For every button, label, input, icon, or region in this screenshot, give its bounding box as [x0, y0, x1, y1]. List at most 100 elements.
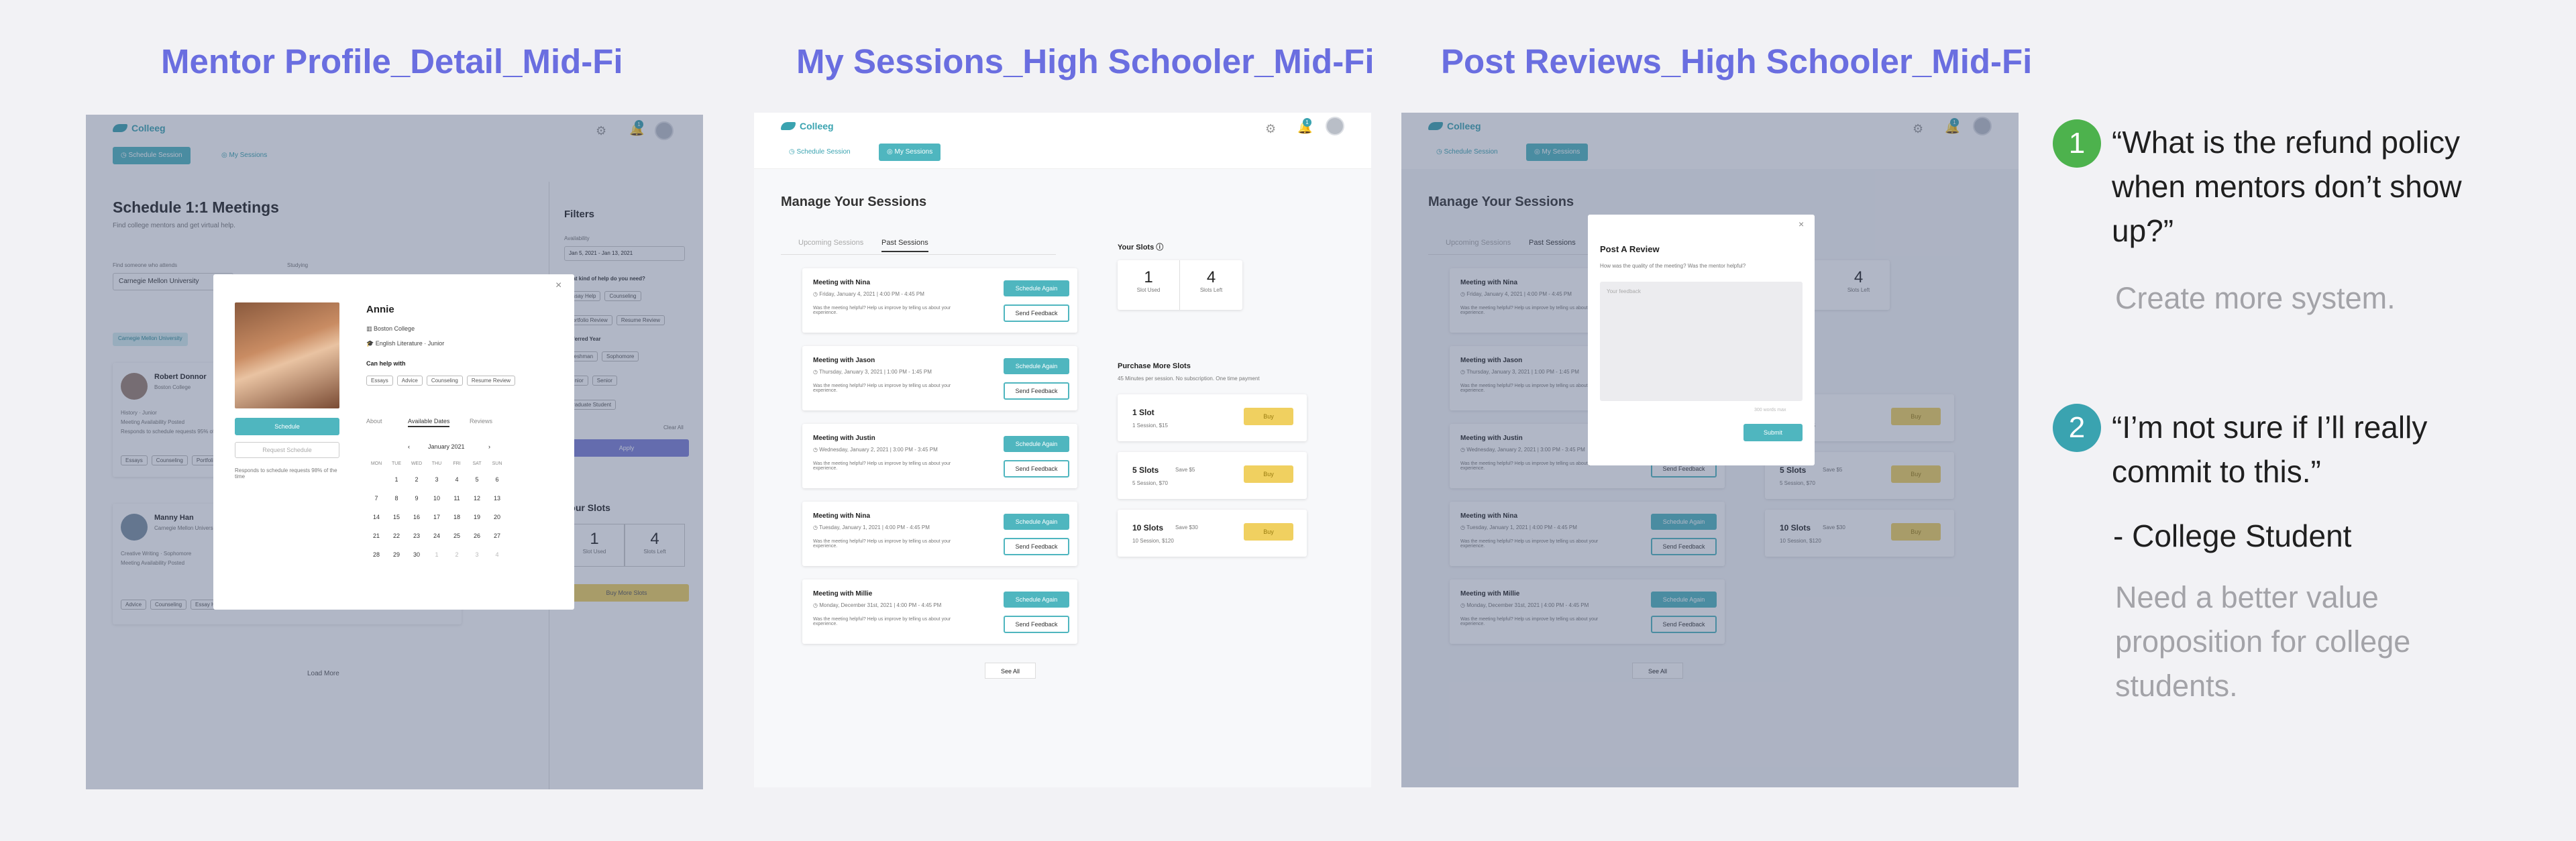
submit-button[interactable]: Submit: [1743, 424, 1803, 441]
slot-used-value: 1: [1144, 268, 1153, 286]
mentor-major-row: 🎓 English Literature · Junior: [366, 340, 444, 347]
meeting-title: Meeting with Nina: [813, 512, 870, 520]
gear-icon[interactable]: ⚙: [1265, 122, 1276, 136]
calendar-prev-icon[interactable]: ‹: [408, 443, 410, 450]
schedule-again-button[interactable]: Schedule Again: [1004, 514, 1069, 530]
close-icon[interactable]: ×: [1799, 219, 1804, 229]
feedback-textarea[interactable]: Your feedback: [1600, 282, 1803, 401]
calendar-day[interactable]: 5: [467, 470, 487, 489]
send-feedback-button[interactable]: Send Feedback: [1004, 304, 1069, 322]
calendar-day[interactable]: 25: [447, 526, 467, 545]
mentor-profile-frame: Colleeg ⚙ 🔔 1 ◷ Schedule Session ◎ My Se…: [86, 115, 703, 789]
weekday: THU: [431, 461, 442, 466]
help-tags: Essays Advice Counseling Resume Review: [366, 374, 519, 386]
slots-summary: 1 Slot Used 4 Slots Left: [1118, 260, 1242, 310]
calendar-day[interactable]: 16: [407, 508, 427, 526]
calendar-day[interactable]: 20: [487, 508, 507, 526]
calendar-next-icon[interactable]: ›: [488, 443, 490, 450]
calendar-day[interactable]: 17: [427, 508, 447, 526]
calendar-day[interactable]: 6: [487, 470, 507, 489]
mentor-photo: [235, 302, 339, 408]
meeting-date: ◷ Thursday, January 3, 2021 | 1:00 PM - …: [813, 369, 932, 375]
send-feedback-button[interactable]: Send Feedback: [1004, 382, 1069, 400]
weekday: WED: [411, 461, 423, 466]
insight-number-1: 1: [2053, 119, 2101, 168]
tab-about[interactable]: About: [366, 418, 382, 425]
calendar-day[interactable]: 24: [427, 526, 447, 545]
schedule-button[interactable]: Schedule: [235, 418, 339, 435]
send-feedback-button[interactable]: Send Feedback: [1004, 538, 1069, 555]
calendar-day[interactable]: 7: [366, 489, 386, 508]
tab-my-sessions[interactable]: ◎ My Sessions: [879, 144, 941, 161]
weekday: SUN: [492, 461, 502, 466]
user-avatar[interactable]: [1326, 117, 1344, 135]
info-icon[interactable]: ⓘ: [1156, 243, 1163, 251]
calendar-day[interactable]: 30: [407, 545, 427, 564]
calendar-day[interactable]: 19: [467, 508, 487, 526]
slots-left-box: 4 Slots Left: [1180, 260, 1242, 310]
logo-bird-icon: [781, 122, 796, 130]
calendar-day[interactable]: 27: [487, 526, 507, 545]
meeting-date-text: Tuesday, January 1, 2021 | 4:00 PM - 4:4…: [819, 524, 930, 530]
schedule-again-button[interactable]: Schedule Again: [1004, 280, 1069, 296]
meeting-date: ◷ Tuesday, January 1, 2021 | 4:00 PM - 4…: [813, 524, 930, 530]
schedule-again-button[interactable]: Schedule Again: [1004, 592, 1069, 608]
calendar-day[interactable]: 15: [386, 508, 407, 526]
calendar-day[interactable]: 21: [366, 526, 386, 545]
calendar-day[interactable]: 12: [467, 489, 487, 508]
your-slots-label: Your Slots: [1118, 243, 1155, 251]
calendar-day[interactable]: 26: [467, 526, 487, 545]
calendar-day[interactable]: 23: [407, 526, 427, 545]
calendar-day[interactable]: 13: [487, 489, 507, 508]
slot-used-label: Slot Used: [1136, 287, 1161, 293]
calendar-day[interactable]: 29: [386, 545, 407, 564]
meeting-card: Meeting with Millie ◷ Monday, December 31…: [802, 579, 1077, 644]
calendar-day[interactable]: 1: [427, 545, 447, 564]
package-card[interactable]: 5 Slots Save $5 5 Session, $70 Buy: [1118, 452, 1307, 499]
app-logo[interactable]: Colleeg: [781, 121, 834, 131]
tab-upcoming-sessions[interactable]: Upcoming Sessions: [798, 239, 863, 247]
tab-schedule-session[interactable]: ◷ Schedule Session: [781, 144, 859, 161]
calendar-day[interactable]: 11: [447, 489, 467, 508]
calendar-day[interactable]: 18: [447, 508, 467, 526]
package-card[interactable]: 10 Slots Save $30 10 Session, $120 Buy: [1118, 510, 1307, 557]
send-feedback-button[interactable]: Send Feedback: [1004, 616, 1069, 633]
school-icon: ▥: [366, 325, 372, 332]
calendar-day[interactable]: 28: [366, 545, 386, 564]
schedule-again-button[interactable]: Schedule Again: [1004, 436, 1069, 452]
close-icon[interactable]: ×: [555, 280, 561, 292]
calendar-day[interactable]: 4: [487, 545, 507, 564]
slot-used-box: 1 Slot Used: [1118, 260, 1180, 310]
tab-past-sessions[interactable]: Past Sessions: [881, 239, 928, 252]
calendar-day[interactable]: 8: [386, 489, 407, 508]
calendar-day[interactable]: 1: [386, 470, 407, 489]
calendar-day[interactable]: 2: [407, 470, 427, 489]
calendar-day[interactable]: 3: [427, 470, 447, 489]
weekday: MON: [370, 461, 382, 466]
buy-button[interactable]: Buy: [1244, 523, 1293, 541]
slots-left-value: 4: [1206, 268, 1216, 286]
see-all-button[interactable]: See All: [985, 663, 1036, 679]
feedback-placeholder: Your feedback: [1607, 288, 1641, 294]
weekday: SAT: [472, 461, 482, 466]
review-question: How was the quality of the meeting? Was …: [1600, 263, 1746, 269]
calendar-day[interactable]: 22: [386, 526, 407, 545]
calendar-day[interactable]: [366, 470, 386, 489]
buy-button[interactable]: Buy: [1244, 408, 1293, 425]
tab-available-dates[interactable]: Available Dates: [408, 418, 450, 427]
tag: Advice: [396, 376, 423, 386]
meeting-card: Meeting with Nina ◷ Friday, January 4, 20…: [802, 268, 1077, 333]
schedule-again-button[interactable]: Schedule Again: [1004, 358, 1069, 374]
tab-reviews[interactable]: Reviews: [470, 418, 492, 425]
package-card[interactable]: 1 Slot 1 Session, $15 Buy: [1118, 394, 1307, 441]
calendar-day[interactable]: 14: [366, 508, 386, 526]
calendar-day[interactable]: 10: [427, 489, 447, 508]
calendar-day[interactable]: 2: [447, 545, 467, 564]
tab-label: Schedule Session: [796, 148, 851, 156]
request-schedule-button[interactable]: Request Schedule: [235, 442, 339, 458]
calendar-day[interactable]: 3: [467, 545, 487, 564]
calendar-day[interactable]: 9: [407, 489, 427, 508]
calendar-day[interactable]: 4: [447, 470, 467, 489]
buy-button[interactable]: Buy: [1244, 465, 1293, 483]
send-feedback-button[interactable]: Send Feedback: [1004, 460, 1069, 478]
